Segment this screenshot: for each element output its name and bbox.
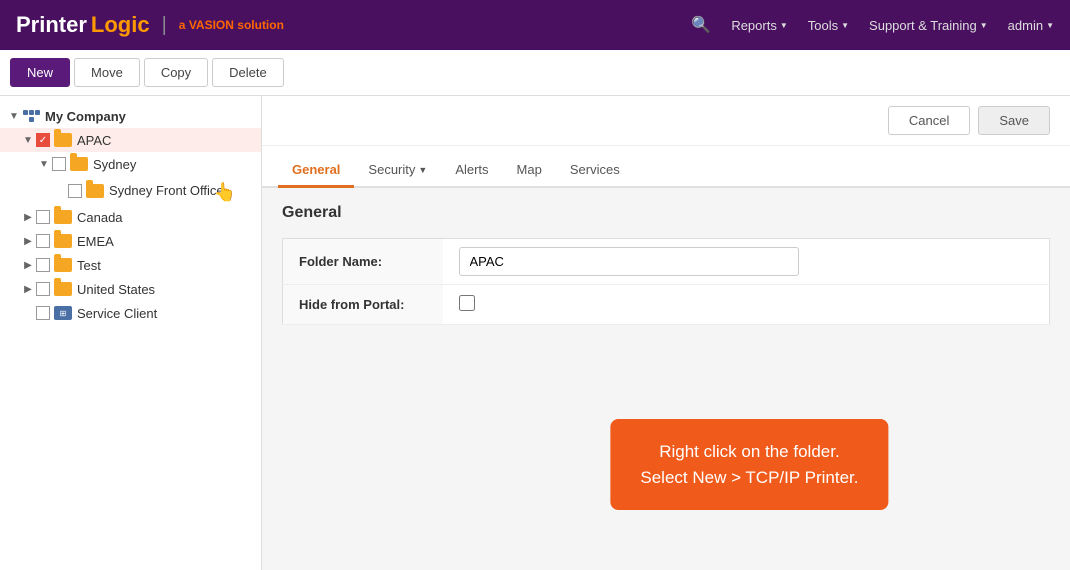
- tree-item-sydney-front-office[interactable]: ▶ Sydney Front Office 👆: [0, 176, 261, 205]
- hide-portal-row: Hide from Portal:: [283, 285, 1050, 325]
- callout-overlay: Right click on the folder. Select New > …: [610, 419, 888, 510]
- cancel-button[interactable]: Cancel: [888, 106, 970, 135]
- folder-name-row: Folder Name:: [283, 239, 1050, 285]
- tab-security[interactable]: Security ▼: [354, 154, 441, 188]
- sydney-label: Sydney: [93, 157, 136, 172]
- folder-name-input[interactable]: [459, 247, 799, 276]
- security-dropdown-icon: ▼: [418, 165, 427, 175]
- tab-general[interactable]: General: [278, 154, 354, 188]
- emea-expander[interactable]: ▶: [20, 233, 36, 249]
- tree-item-emea[interactable]: ▶ EMEA: [0, 229, 261, 253]
- tab-bar: General Security ▼ Alerts Map Services: [262, 146, 1070, 188]
- emea-folder-icon: [54, 234, 72, 248]
- reports-menu[interactable]: Reports ▼: [731, 18, 787, 33]
- support-menu[interactable]: Support & Training ▼: [869, 18, 988, 33]
- tree-item-canada[interactable]: ▶ Canada: [0, 205, 261, 229]
- folder-name-input-cell: [443, 239, 1050, 285]
- us-expander[interactable]: ▶: [20, 281, 36, 297]
- toolbar: New Move Copy Delete: [0, 50, 1070, 96]
- emea-checkbox[interactable]: [36, 234, 50, 248]
- cursor-icon: 👆: [214, 182, 236, 203]
- save-button[interactable]: Save: [978, 106, 1050, 135]
- logo-vasion-text: a VASION solution: [179, 18, 284, 32]
- form-title: General: [282, 204, 1050, 222]
- tools-dropdown-icon: ▼: [841, 21, 849, 30]
- folder-name-label: Folder Name:: [283, 239, 443, 285]
- service-client-icon: ⊞: [54, 306, 72, 320]
- logo-printer-text: Printer: [16, 12, 87, 38]
- sfo-label: Sydney Front Office: [109, 183, 224, 198]
- sc-checkbox[interactable]: [36, 306, 50, 320]
- sfo-checkbox[interactable]: [68, 184, 82, 198]
- test-checkbox[interactable]: [36, 258, 50, 272]
- canada-checkbox[interactable]: [36, 210, 50, 224]
- sydney-expander[interactable]: ▼: [36, 156, 52, 172]
- content-wrapper: Cancel Save General Security ▼ Alerts Ma…: [262, 96, 1070, 570]
- root-label: My Company: [45, 109, 126, 124]
- top-navigation: PrinterLogic | a VASION solution 🔍 Repor…: [0, 0, 1070, 50]
- new-button[interactable]: New: [10, 58, 70, 87]
- nav-left: PrinterLogic | a VASION solution: [16, 12, 284, 38]
- us-label: United States: [77, 282, 155, 297]
- apac-label: APAC: [77, 133, 111, 148]
- logo-divider: |: [162, 14, 167, 37]
- reports-dropdown-icon: ▼: [780, 21, 788, 30]
- canada-expander[interactable]: ▶: [20, 209, 36, 225]
- test-label: Test: [77, 258, 101, 273]
- apac-expander[interactable]: ▼: [20, 132, 36, 148]
- callout-line2: Select New > TCP/IP Printer.: [640, 465, 858, 491]
- nav-right: 🔍 Reports ▼ Tools ▼ Support & Training ▼…: [691, 15, 1054, 35]
- form-actions: Cancel Save: [262, 96, 1070, 146]
- tree-item-test[interactable]: ▶ Test: [0, 253, 261, 277]
- tree-root-item[interactable]: ▼ My Company: [0, 104, 261, 128]
- company-icon: [22, 109, 40, 123]
- hide-portal-label: Hide from Portal:: [283, 285, 443, 325]
- us-checkbox[interactable]: [36, 282, 50, 296]
- hide-portal-checkbox-cell: [443, 285, 1050, 325]
- test-folder-icon: [54, 258, 72, 272]
- us-folder-icon: [54, 282, 72, 296]
- admin-dropdown-icon: ▼: [1046, 21, 1054, 30]
- apac-folder-icon: [54, 133, 72, 147]
- tab-services[interactable]: Services: [556, 154, 634, 188]
- main-layout: ▼ My Company ▼ APAC ▼ Sydney ▶ Sydne: [0, 96, 1070, 570]
- form-table: Folder Name: Hide from Portal:: [282, 238, 1050, 325]
- sidebar: ▼ My Company ▼ APAC ▼ Sydney ▶ Sydne: [0, 96, 262, 570]
- apac-checkbox[interactable]: [36, 133, 50, 147]
- tree-item-apac[interactable]: ▼ APAC: [0, 128, 261, 152]
- tree-item-sydney[interactable]: ▼ Sydney: [0, 152, 261, 176]
- tab-map[interactable]: Map: [503, 154, 556, 188]
- canada-label: Canada: [77, 210, 123, 225]
- copy-button[interactable]: Copy: [144, 58, 208, 87]
- tools-menu[interactable]: Tools ▼: [808, 18, 849, 33]
- sydney-checkbox[interactable]: [52, 157, 66, 171]
- admin-menu[interactable]: admin ▼: [1008, 18, 1054, 33]
- test-expander[interactable]: ▶: [20, 257, 36, 273]
- callout-line1: Right click on the folder.: [640, 439, 858, 465]
- logo: PrinterLogic | a VASION solution: [16, 12, 284, 38]
- support-dropdown-icon: ▼: [980, 21, 988, 30]
- tree-item-united-states[interactable]: ▶ United States: [0, 277, 261, 301]
- emea-label: EMEA: [77, 234, 114, 249]
- hide-portal-checkbox[interactable]: [459, 295, 475, 311]
- tab-alerts[interactable]: Alerts: [441, 154, 502, 188]
- search-icon[interactable]: 🔍: [691, 15, 711, 35]
- sc-label: Service Client: [77, 306, 157, 321]
- sydney-folder-icon: [70, 157, 88, 171]
- sfo-folder-icon: [86, 184, 104, 198]
- tree-item-service-client[interactable]: ▶ ⊞ Service Client: [0, 301, 261, 325]
- logo-logic-text: Logic: [91, 12, 150, 38]
- move-button[interactable]: Move: [74, 58, 140, 87]
- form-area: General Folder Name: Hide from Portal:: [262, 188, 1070, 570]
- canada-folder-icon: [54, 210, 72, 224]
- root-expander[interactable]: ▼: [6, 108, 22, 124]
- delete-button[interactable]: Delete: [212, 58, 284, 87]
